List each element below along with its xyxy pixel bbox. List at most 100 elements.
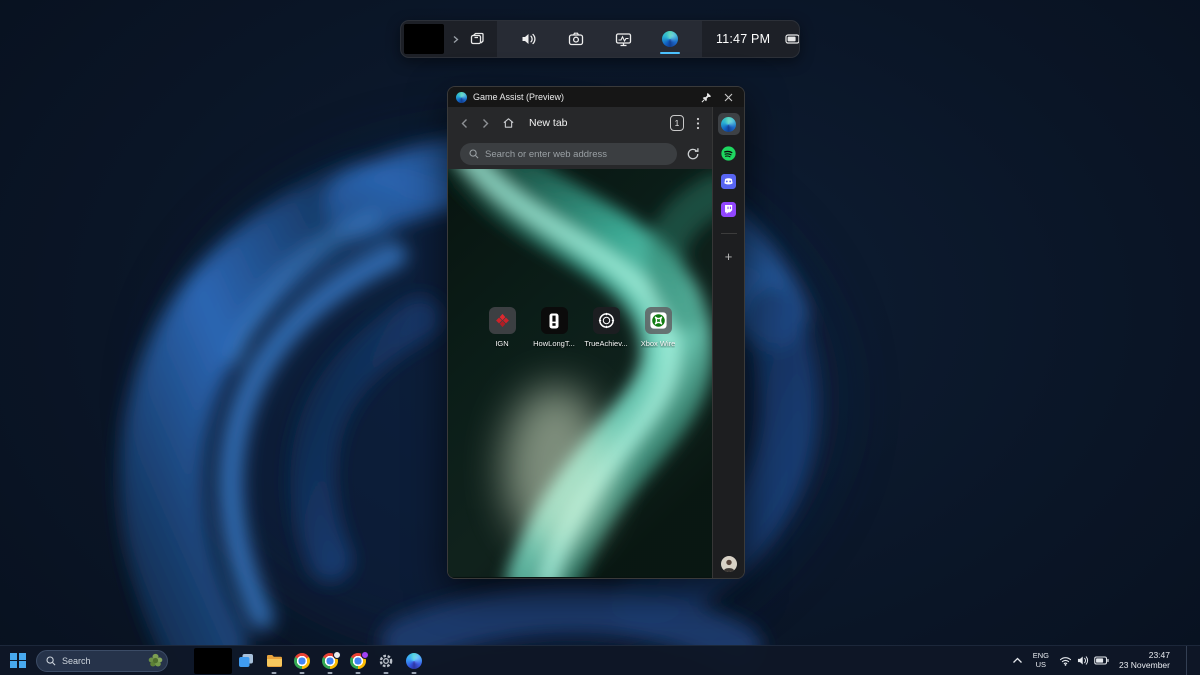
refresh-button[interactable] — [686, 147, 700, 161]
forward-button[interactable] — [481, 118, 490, 129]
network-volume-battery[interactable] — [1059, 655, 1109, 666]
back-button[interactable] — [460, 118, 469, 129]
pin-icon — [701, 92, 712, 103]
audio-widget-button[interactable] — [519, 21, 539, 57]
chrome-icon — [350, 653, 366, 669]
expand-chevron-icon[interactable] — [451, 35, 460, 44]
speaker-icon — [1077, 655, 1089, 666]
spotify-icon — [721, 146, 736, 161]
menu-kebab-button[interactable] — [696, 117, 700, 130]
battery-icon — [1094, 656, 1109, 665]
window-title: Game Assist (Preview) — [473, 92, 564, 102]
game-window-thumbnail[interactable] — [404, 24, 444, 54]
edge-icon — [721, 117, 736, 132]
twitch-icon — [721, 202, 736, 217]
sidebar-add-app-button[interactable]: + — [725, 250, 733, 263]
assist-sidebar: + — [712, 107, 744, 578]
search-icon — [469, 149, 479, 159]
browser-search-row — [448, 139, 712, 169]
sidebar-twitch-tab[interactable] — [718, 199, 740, 219]
widgets-menu-button[interactable] — [467, 21, 487, 57]
taskbar-search-label: Search — [62, 656, 91, 666]
search-highlight-icon — [147, 652, 164, 669]
address-input[interactable] — [485, 149, 668, 160]
pin-window-button[interactable] — [698, 90, 714, 104]
sidebar-discord-tab[interactable] — [718, 171, 740, 191]
taskbar: Search — [0, 645, 1200, 675]
avatar-icon — [721, 556, 737, 572]
game-bar-right-section: 11:47 PM — [702, 21, 800, 57]
profile-badge — [333, 651, 341, 659]
howlongtobeat-icon — [541, 307, 568, 334]
taskbar-search-box[interactable]: Search — [36, 650, 168, 672]
edge-icon — [406, 653, 422, 669]
edge-browser-button[interactable] — [400, 646, 428, 675]
folder-icon — [266, 654, 283, 668]
new-tab-wallpaper — [448, 169, 712, 577]
quick-link-ign[interactable]: IGN — [477, 307, 527, 348]
chrome-profile2-button[interactable] — [316, 646, 344, 675]
page-title: New tab — [529, 117, 568, 129]
quick-link-howlongtobeat[interactable]: HowLongT... — [529, 307, 579, 348]
close-window-button[interactable] — [720, 90, 736, 104]
task-view-icon — [238, 653, 254, 668]
gear-icon — [378, 653, 394, 669]
quick-link-label: Xbox Wire — [641, 339, 676, 348]
game-assist-widget-button[interactable] — [660, 21, 680, 57]
volume-icon — [521, 32, 537, 46]
chrome-button[interactable] — [288, 646, 316, 675]
new-tab-page: IGN HowLongT... — [448, 169, 712, 578]
task-view-button[interactable] — [232, 646, 260, 675]
performance-widget-button[interactable] — [613, 21, 633, 57]
browser-nav-row: New tab 1 — [448, 107, 712, 139]
tab-counter-button[interactable]: 1 — [670, 115, 684, 131]
xbox-wire-icon — [645, 307, 672, 334]
settings-button[interactable] — [372, 646, 400, 675]
quick-link-xbox-wire[interactable]: Xbox Wire — [633, 307, 683, 348]
search-icon — [46, 656, 56, 666]
quick-link-label: TrueAchiev... — [584, 339, 627, 348]
home-button[interactable] — [502, 117, 515, 129]
quick-link-label: HowLongT... — [533, 339, 575, 348]
chrome-icon — [294, 653, 310, 669]
sidebar-divider — [721, 233, 737, 234]
camera-icon — [568, 32, 584, 46]
game-bar: 11:47 PM — [400, 20, 800, 58]
quick-links-row: IGN HowLongT... — [448, 307, 712, 348]
trueachievements-icon — [593, 307, 620, 334]
edge-icon — [662, 31, 678, 47]
game-bar-widget-toggles — [497, 21, 702, 57]
browser-pane: New tab 1 — [448, 107, 712, 578]
user-avatar[interactable] — [721, 556, 737, 572]
widgets-icon — [469, 31, 485, 47]
profile-badge — [361, 651, 369, 659]
close-icon — [724, 93, 733, 102]
show-desktop-button[interactable] — [1186, 646, 1190, 675]
system-tray: ENG US 23:47 23 November — [1012, 646, 1194, 675]
battery-icon — [785, 34, 800, 44]
address-bar[interactable] — [460, 143, 677, 165]
sidebar-edge-tab[interactable] — [718, 113, 740, 135]
hidden-icons-chevron[interactable] — [1012, 657, 1023, 664]
quick-link-trueachievements[interactable]: TrueAchiev... — [581, 307, 631, 348]
capture-widget-button[interactable] — [566, 21, 586, 57]
edge-icon — [456, 92, 467, 103]
clock-date: 23 November — [1119, 661, 1170, 671]
chrome-profile3-button[interactable] — [344, 646, 372, 675]
performance-monitor-icon — [615, 32, 632, 47]
chrome-icon — [322, 653, 338, 669]
language-indicator[interactable]: ENG US — [1033, 652, 1049, 669]
game-assist-titlebar[interactable]: Game Assist (Preview) — [448, 87, 744, 107]
file-explorer-button[interactable] — [260, 646, 288, 675]
clock[interactable]: 23:47 23 November — [1119, 651, 1170, 670]
game-bar-left-section — [401, 21, 497, 57]
taskbar-game-window-button[interactable] — [194, 648, 232, 674]
language-line2: US — [1036, 661, 1046, 670]
discord-icon — [721, 174, 736, 189]
start-button[interactable] — [10, 653, 26, 669]
wifi-icon — [1059, 656, 1072, 666]
sidebar-spotify-tab[interactable] — [718, 143, 740, 163]
game-bar-clock: 11:47 PM — [716, 32, 770, 46]
quick-link-label: IGN — [495, 339, 508, 348]
game-assist-window: Game Assist (Preview) — [447, 86, 745, 579]
